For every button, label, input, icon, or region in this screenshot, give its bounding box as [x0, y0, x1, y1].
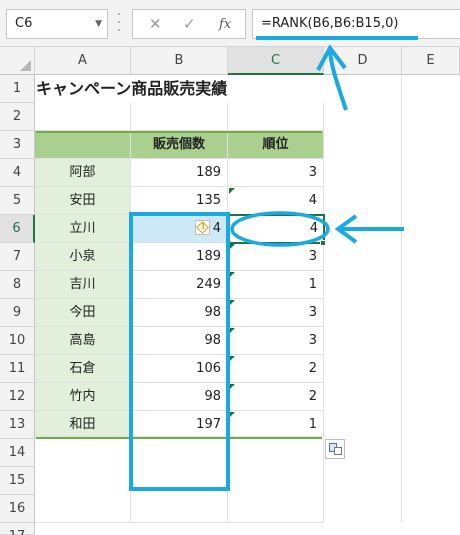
sales-cell[interactable]: 98	[131, 383, 228, 411]
rank-cell[interactable]: 3	[228, 243, 324, 271]
sheet-title[interactable]: キャンペーン商品販売実績	[36, 75, 227, 103]
row-header[interactable]: 1	[0, 75, 35, 103]
sales-cell[interactable]: 189	[131, 159, 228, 187]
rank-cell[interactable]: 3	[228, 327, 324, 355]
name-cell[interactable]: 石倉	[35, 355, 131, 383]
rank-cell[interactable]: 1	[228, 411, 324, 437]
sales-cell[interactable]: 249	[131, 271, 228, 299]
more-options-icon[interactable]: · · ·	[115, 8, 123, 38]
name-cell[interactable]: 阿部	[35, 159, 131, 187]
header-top-border	[36, 131, 322, 133]
error-indicator-icon[interactable]	[229, 412, 235, 418]
header-rank[interactable]: 順位	[228, 131, 324, 159]
name-box[interactable]: C6 ▼	[6, 9, 108, 39]
error-indicator-icon[interactable]	[229, 384, 235, 390]
column-header-a[interactable]: A	[35, 47, 131, 75]
rank-cell[interactable]: 3	[228, 299, 324, 327]
chevron-down-icon[interactable]: ▼	[95, 19, 102, 29]
column-header-e[interactable]: E	[402, 47, 460, 75]
row-header[interactable]: 2	[0, 103, 35, 131]
row-header[interactable]: 8	[0, 271, 35, 299]
row-header[interactable]: 14	[0, 439, 35, 467]
row-header[interactable]: 12	[0, 383, 35, 411]
row-header[interactable]: 3	[0, 131, 35, 159]
insert-function-icon[interactable]: fx	[219, 17, 231, 32]
error-indicator-icon[interactable]	[229, 244, 235, 250]
formula-text: =RANK(B6,B6:B15,0)	[261, 16, 399, 31]
row-header[interactable]: 13	[0, 411, 35, 439]
cancel-icon[interactable]: ✕	[149, 15, 162, 33]
name-cell[interactable]: 安田	[35, 187, 131, 215]
row-header[interactable]: 10	[0, 327, 35, 355]
sales-cell[interactable]: 197	[131, 411, 228, 437]
column-header-b[interactable]: B	[131, 47, 228, 75]
error-indicator-icon[interactable]	[229, 356, 235, 362]
rank-cell[interactable]: 2	[228, 355, 324, 383]
row-header[interactable]: 9	[0, 299, 35, 327]
rank-cell[interactable]: 1	[228, 271, 324, 299]
header-sales[interactable]: 販売個数	[131, 131, 228, 159]
row-header[interactable]: 17	[0, 523, 35, 535]
error-warning-icon[interactable]: !	[195, 220, 210, 235]
enter-icon[interactable]: ✓	[183, 15, 196, 33]
name-cell[interactable]: 立川	[35, 215, 131, 243]
error-indicator-icon[interactable]	[229, 300, 235, 306]
row-header[interactable]: 4	[0, 159, 35, 187]
rank-cell[interactable]: 2	[228, 383, 324, 411]
column-e-cells[interactable]	[402, 75, 460, 523]
sales-cell[interactable]: 189	[131, 243, 228, 271]
name-cell[interactable]: 今田	[35, 299, 131, 327]
row-header[interactable]: 7	[0, 243, 35, 271]
rank-cell-active[interactable]: 4	[228, 215, 324, 243]
sales-cell[interactable]: 98	[131, 327, 228, 355]
sales-cell-selected[interactable]: 4	[131, 215, 228, 243]
sales-cell[interactable]: 106	[131, 355, 228, 383]
error-indicator-icon[interactable]	[229, 328, 235, 334]
cell[interactable]	[131, 439, 228, 523]
name-cell[interactable]: 小泉	[35, 243, 131, 271]
row-header[interactable]: 16	[0, 495, 35, 523]
row-header[interactable]: 11	[0, 355, 35, 383]
table-bottom-border	[36, 437, 322, 439]
select-all-button[interactable]	[0, 47, 35, 75]
column-header-d[interactable]: D	[324, 47, 402, 75]
cell[interactable]	[131, 103, 228, 131]
name-cell[interactable]: 和田	[35, 411, 131, 437]
worksheet-grid: A B C D E 1 2 3 4 5 6 7 8 9 10 11 12 13 …	[0, 47, 460, 535]
error-indicator-icon[interactable]	[229, 188, 235, 194]
row-header[interactable]: 15	[0, 467, 35, 495]
header-cell-a3[interactable]	[35, 131, 131, 159]
formula-input[interactable]: =RANK(B6,B6:B15,0)	[252, 9, 460, 39]
cell[interactable]	[35, 103, 131, 131]
cell[interactable]	[35, 439, 131, 523]
error-indicator-icon[interactable]	[229, 272, 235, 278]
sales-cell[interactable]: 135	[131, 187, 228, 215]
fill-handle[interactable]	[320, 240, 326, 246]
paste-options-icon[interactable]	[325, 439, 345, 459]
rank-cell[interactable]: 4	[228, 187, 324, 215]
rank-cell[interactable]: 3	[228, 159, 324, 187]
formula-buttons: ✕ ✓ fx	[132, 9, 246, 39]
formula-bar: C6 ▼ · · · ✕ ✓ fx =RANK(B6,B6:B15,0)	[0, 0, 460, 47]
sales-cell[interactable]: 98	[131, 299, 228, 327]
name-cell[interactable]: 竹内	[35, 383, 131, 411]
name-cell[interactable]: 高島	[35, 327, 131, 355]
column-header-c[interactable]: C	[228, 47, 324, 75]
cell[interactable]	[228, 103, 324, 131]
row-header[interactable]: 5	[0, 187, 35, 215]
name-cell[interactable]: 吉川	[35, 271, 131, 299]
name-box-value: C6	[15, 16, 33, 31]
row-header[interactable]: 6	[0, 215, 35, 243]
cell[interactable]	[228, 439, 324, 523]
